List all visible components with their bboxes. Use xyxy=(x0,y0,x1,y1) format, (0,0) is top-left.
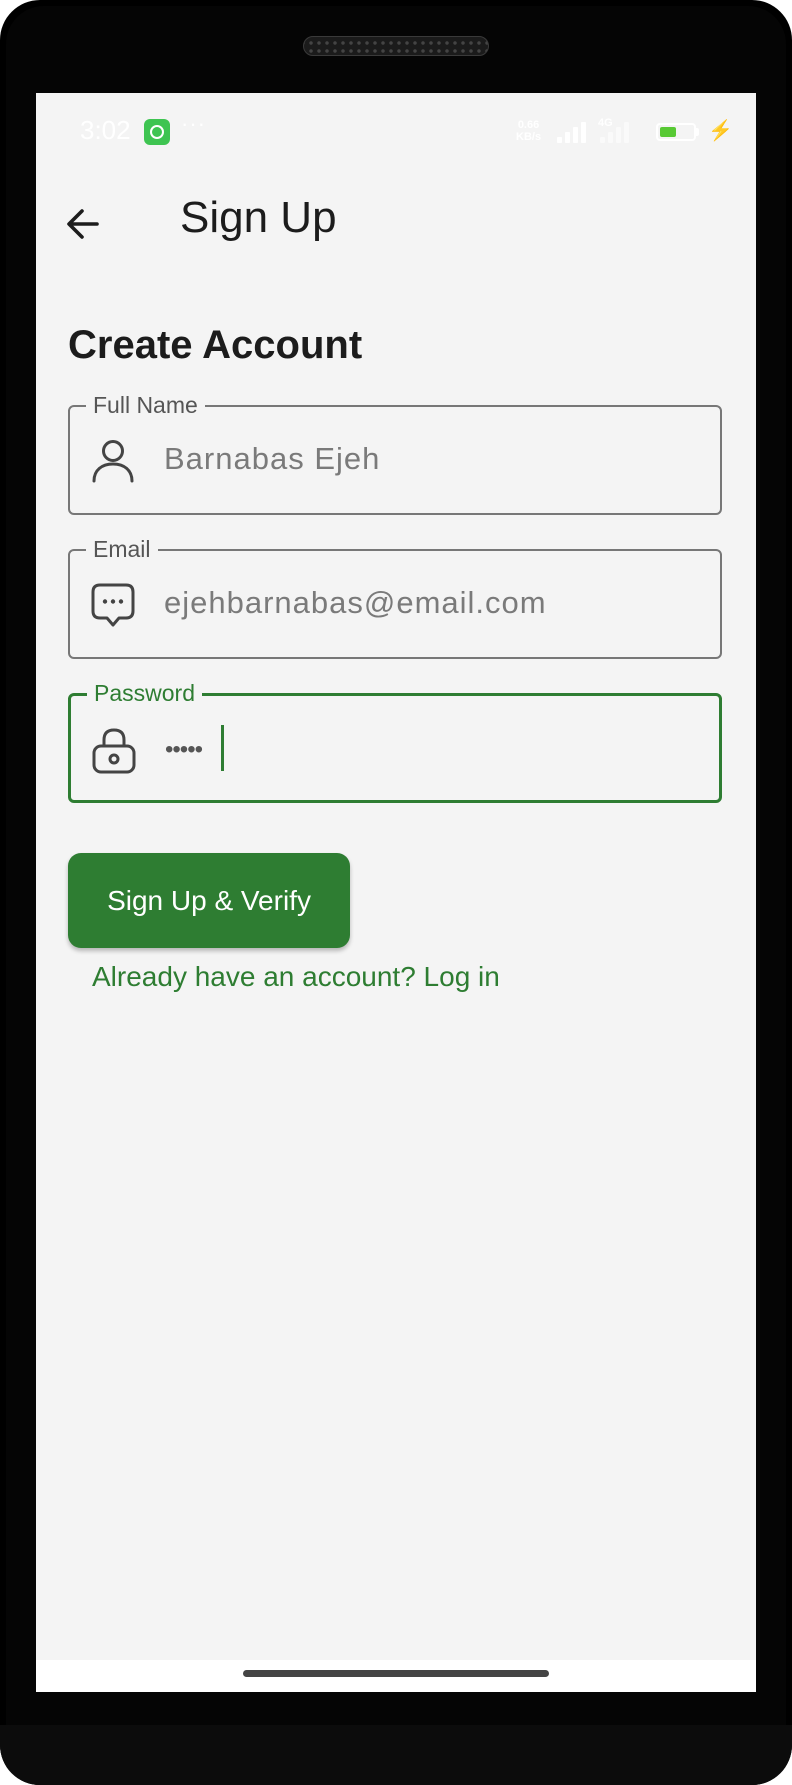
lock-icon xyxy=(92,728,136,774)
earpiece-speaker xyxy=(303,36,489,56)
app-bar: Sign Up xyxy=(36,183,756,259)
email-label: Email xyxy=(86,536,158,562)
status-time: 3:02 xyxy=(80,115,131,145)
email-field[interactable]: Email ejehbarnabas@email.com xyxy=(68,536,722,659)
back-arrow-icon xyxy=(67,209,99,239)
form-heading: Create Account xyxy=(68,323,363,367)
person-icon xyxy=(92,440,134,483)
full-name-field[interactable]: Full Name Barnabas Ejeh xyxy=(68,392,722,515)
login-link[interactable]: Already have an account? Log in xyxy=(92,961,500,993)
app-screen: 3:02 ··· 0.66 KB/s 4G ⚡ Sign Up Create A… xyxy=(36,93,756,1692)
sign-up-verify-button[interactable]: Sign Up & Verify xyxy=(68,853,350,948)
network-speed-unit: KB/s xyxy=(516,131,542,143)
signal-strength-2-icon xyxy=(600,119,636,143)
full-name-label: Full Name xyxy=(86,392,205,418)
bottom-bezel xyxy=(0,1725,792,1785)
more-notifications-icon: ··· xyxy=(181,111,206,136)
battery-icon xyxy=(656,123,696,141)
phone-frame: 3:02 ··· 0.66 KB/s 4G ⚡ Sign Up Create A… xyxy=(0,0,792,1785)
email-input[interactable]: ejehbarnabas@email.com xyxy=(164,585,547,621)
page-title: Sign Up xyxy=(180,193,337,242)
back-button[interactable] xyxy=(56,197,110,251)
password-input[interactable]: ••••• xyxy=(165,736,203,764)
whatsapp-icon xyxy=(144,119,170,145)
battery-tip xyxy=(696,128,699,136)
status-bar: 3:02 ··· 0.66 KB/s 4G ⚡ xyxy=(36,93,756,145)
navigation-bar xyxy=(36,1660,756,1692)
text-cursor xyxy=(221,725,224,771)
password-label: Password xyxy=(87,680,202,706)
charging-icon: ⚡ xyxy=(708,120,733,142)
network-speed: 0.66 KB/s xyxy=(516,119,541,143)
password-field[interactable]: Password ••••• xyxy=(68,680,722,803)
signal-strength-icon xyxy=(557,119,593,143)
network-speed-value: 0.66 xyxy=(517,119,540,131)
chat-bubble-icon xyxy=(91,583,135,627)
full-name-input[interactable]: Barnabas Ejeh xyxy=(164,441,380,477)
home-indicator[interactable] xyxy=(243,1670,549,1677)
battery-level-fill xyxy=(660,127,676,137)
